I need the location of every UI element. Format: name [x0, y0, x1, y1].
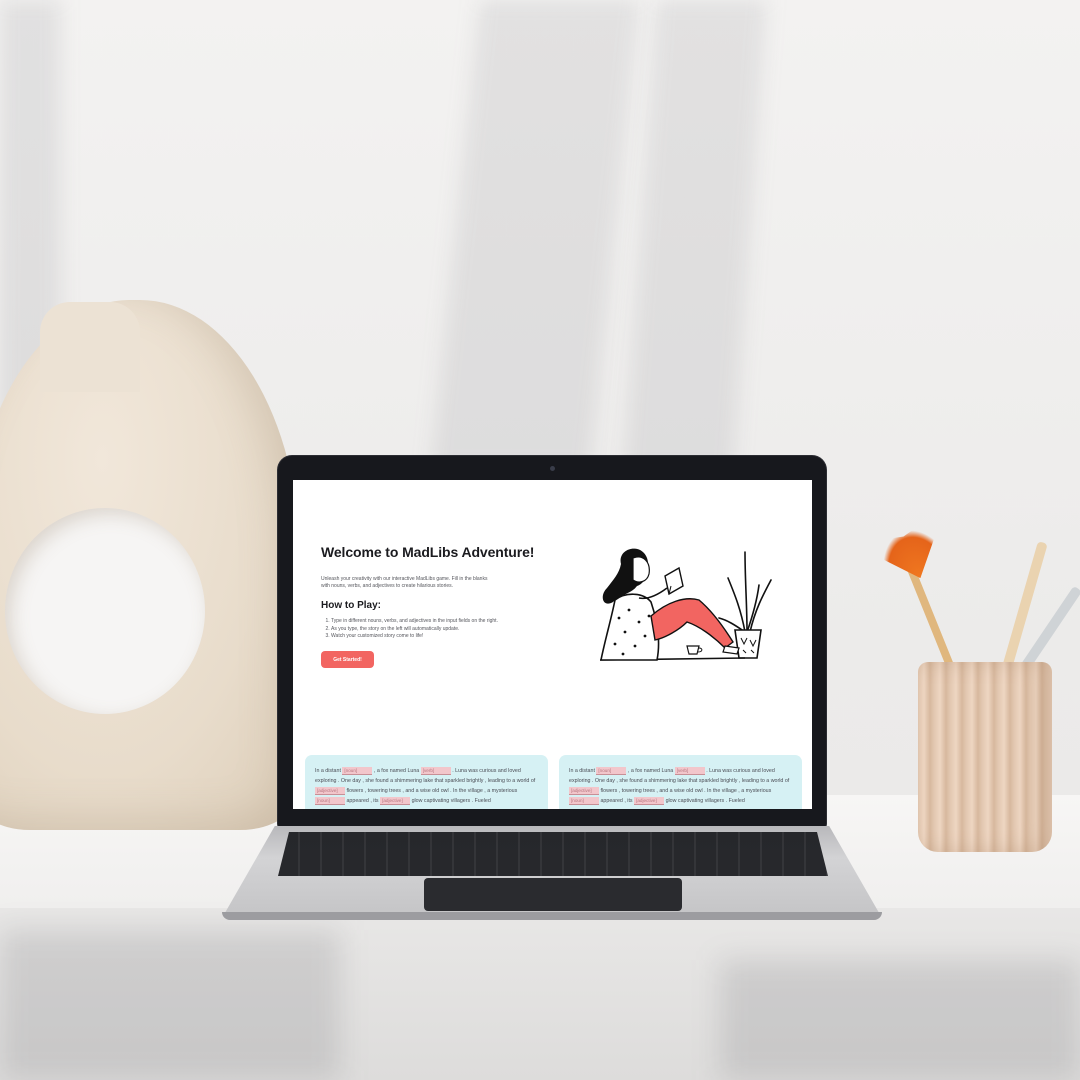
- adjective-input[interactable]: [adjective]: [634, 796, 665, 805]
- noun-input[interactable]: [noun]: [342, 766, 373, 775]
- story-card-left: In a distant [noun] , a fox named Luna […: [305, 755, 548, 809]
- hero-description: Unleash your creativity with our interac…: [321, 576, 488, 589]
- desk-shadow: [0, 930, 340, 1080]
- adjective-input[interactable]: [adjective]: [380, 796, 411, 805]
- trackpad[interactable]: [424, 878, 682, 911]
- adjective-input[interactable]: [adjective]: [315, 786, 345, 795]
- step-item: As you type, the story on the left will …: [331, 626, 498, 634]
- laptop-screen: Welcome to MadLibs Adventure! Unleash yo…: [293, 480, 812, 809]
- how-to-play-heading: How to Play:: [321, 600, 382, 611]
- story-text: glow captivating villagers . Fueled: [411, 798, 491, 804]
- webcam-icon: [550, 466, 555, 471]
- laptop-base-lip: [222, 912, 882, 920]
- woman-reading-illustration-icon: [599, 548, 772, 661]
- how-to-play-steps: Type in different nouns, verbs, and adje…: [331, 618, 498, 641]
- desk-shadow: [720, 960, 1080, 1080]
- adjective-input[interactable]: [adjective]: [569, 786, 599, 795]
- keyboard: [278, 832, 828, 876]
- get-started-button[interactable]: Get Started!: [321, 651, 374, 668]
- story-card-right: In a distant [noun] , a fox named Luna […: [559, 755, 802, 809]
- story-text: flowers , towering trees , and a wise ol…: [600, 788, 772, 794]
- step-item: Watch your customized story come to life…: [331, 633, 498, 641]
- noun-input[interactable]: [noun]: [596, 766, 627, 775]
- story-text: , a fox named Luna: [373, 768, 420, 774]
- story-text: appeared , its: [600, 798, 633, 804]
- vase-hole: [5, 508, 205, 714]
- noun-input[interactable]: [noun]: [569, 796, 599, 805]
- vase-neck: [40, 302, 140, 392]
- story-text: glow captivating villagers . Fueled: [665, 798, 745, 804]
- wall-shadow: [430, 0, 640, 470]
- fan-brush-handle: [905, 562, 955, 670]
- wall-shadow: [623, 0, 767, 470]
- brush-pot: [918, 662, 1052, 852]
- verb-input[interactable]: [verb]: [420, 766, 451, 775]
- noun-input[interactable]: [noun]: [315, 796, 345, 805]
- step-item: Type in different nouns, verbs, and adje…: [331, 618, 498, 626]
- verb-input[interactable]: [verb]: [674, 766, 705, 775]
- story-text: appeared , its: [346, 798, 379, 804]
- story-text: In a distant: [315, 768, 341, 774]
- story-text: flowers , towering trees , and a wise ol…: [346, 788, 518, 794]
- story-text: In a distant: [569, 768, 595, 774]
- story-text: , a fox named Luna: [627, 768, 674, 774]
- page-title: Welcome to MadLibs Adventure!: [321, 544, 535, 560]
